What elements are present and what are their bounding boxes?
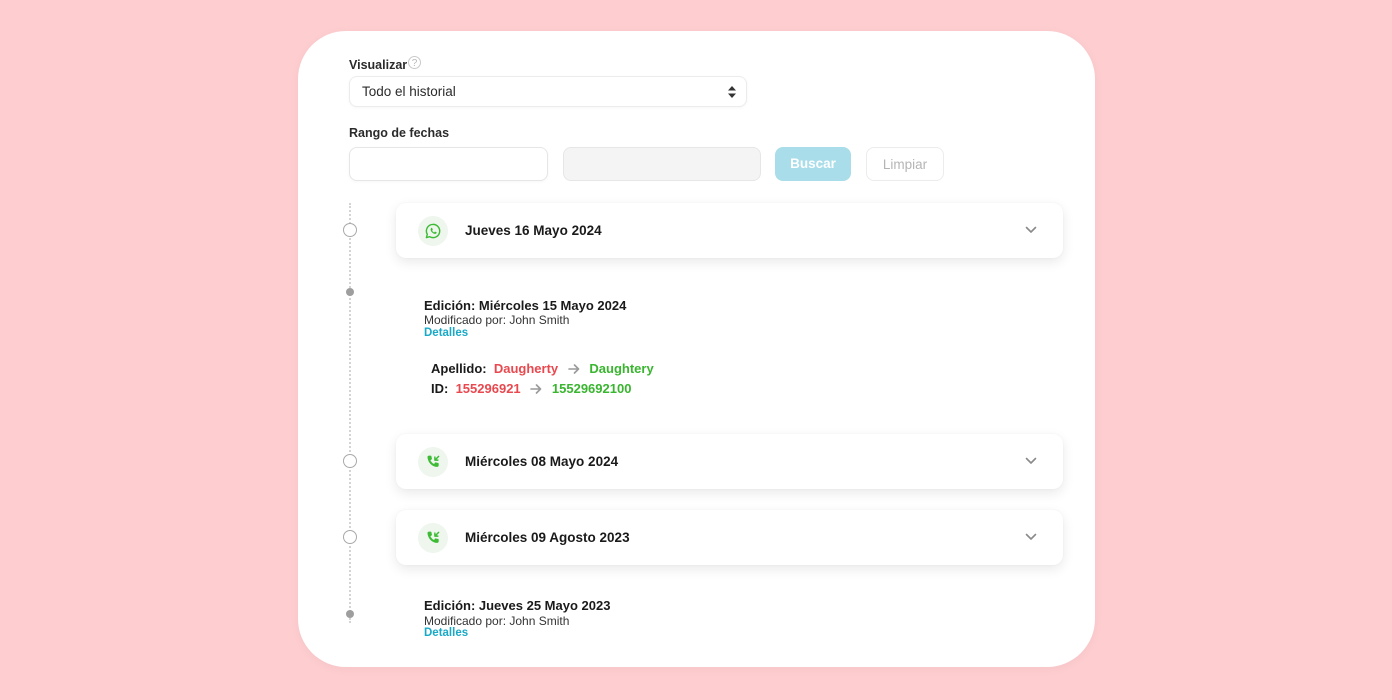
view-select[interactable]: Todo el historial: [349, 76, 747, 107]
history-item-date: Miércoles 08 Mayo 2024: [465, 454, 619, 469]
timeline-dot: [346, 288, 354, 296]
history-item-date: Jueves 16 Mayo 2024: [465, 223, 602, 238]
details-link[interactable]: Detalles: [424, 627, 468, 639]
change-row: Apellido: Daugherty Daughtery: [431, 361, 654, 376]
change-new-value: 15529692100: [551, 381, 632, 396]
timeline-dot: [346, 610, 354, 618]
edit-title: Edición: Miércoles 15 Mayo 2024: [424, 298, 627, 313]
sort-arrows-icon: [728, 86, 736, 98]
edit-title: Edición: Jueves 25 Mayo 2023: [424, 598, 611, 613]
chevron-down-icon[interactable]: [1025, 226, 1037, 234]
timeline-node: [343, 454, 357, 468]
search-button[interactable]: Buscar: [775, 147, 851, 181]
edit-modified-by: Modificado por: John Smith: [424, 313, 570, 327]
history-accordion-item[interactable]: Miércoles 09 Agosto 2023: [396, 510, 1063, 565]
timeline-line: [349, 203, 351, 623]
edit-modified-by: Modificado por: John Smith: [424, 614, 570, 628]
arrow-right-icon: [567, 363, 580, 374]
help-icon[interactable]: ?: [408, 56, 421, 69]
arrow-right-icon: [530, 383, 542, 394]
change-field: ID:: [431, 381, 449, 396]
timeline-node: [343, 530, 357, 544]
change-new-value: Daughtery: [589, 361, 654, 376]
timeline-node: [343, 223, 357, 237]
chevron-down-icon[interactable]: [1025, 533, 1037, 541]
change-old-value: 155296921: [455, 381, 521, 396]
view-label: Visualizar: [349, 58, 408, 72]
whatsapp-icon: [418, 216, 448, 246]
history-accordion-item[interactable]: Jueves 16 Mayo 2024: [396, 203, 1063, 258]
change-row: ID: 155296921 15529692100: [431, 381, 631, 396]
clear-button[interactable]: Limpiar: [866, 147, 944, 181]
change-old-value: Daugherty: [493, 361, 559, 376]
incoming-call-icon: [418, 447, 448, 477]
history-accordion-item[interactable]: Miércoles 08 Mayo 2024: [396, 434, 1063, 489]
change-field: Apellido:: [431, 361, 487, 376]
date-to-input[interactable]: [563, 147, 761, 181]
details-link[interactable]: Detalles: [424, 327, 468, 339]
history-item-date: Miércoles 09 Agosto 2023: [465, 530, 630, 545]
chevron-down-icon[interactable]: [1025, 457, 1037, 465]
incoming-call-icon: [418, 523, 448, 553]
view-select-value: Todo el historial: [362, 84, 456, 99]
date-from-input[interactable]: [349, 147, 548, 181]
date-range-label: Rango de fechas: [349, 126, 450, 140]
